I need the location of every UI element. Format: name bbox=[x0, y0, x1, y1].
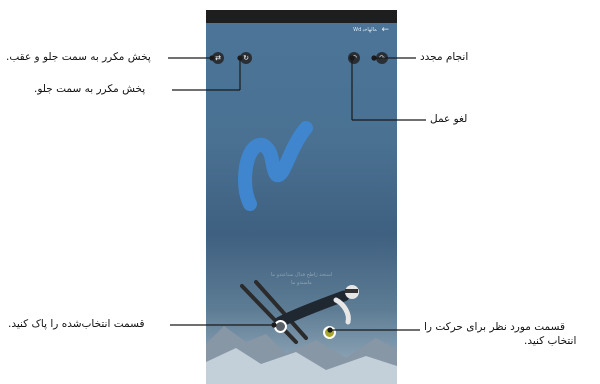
repeat-forward-backward-callout: پخش مکرر به سمت جلو و عقب. bbox=[6, 51, 151, 63]
redo-callout: انجام مجدد bbox=[420, 51, 469, 63]
repeat-forward-callout: پخش مکرر به سمت جلو. bbox=[34, 83, 146, 95]
select-move-callout-line2: انتخاب کنید. bbox=[524, 335, 577, 347]
undo-callout: لغو عمل bbox=[430, 113, 468, 125]
select-move-callout-line1: قسمت مورد نظر برای حرکت را bbox=[424, 321, 566, 333]
clear-selection-callout: قسمت انتخاب‌شده را پاک کنید. bbox=[8, 318, 145, 330]
